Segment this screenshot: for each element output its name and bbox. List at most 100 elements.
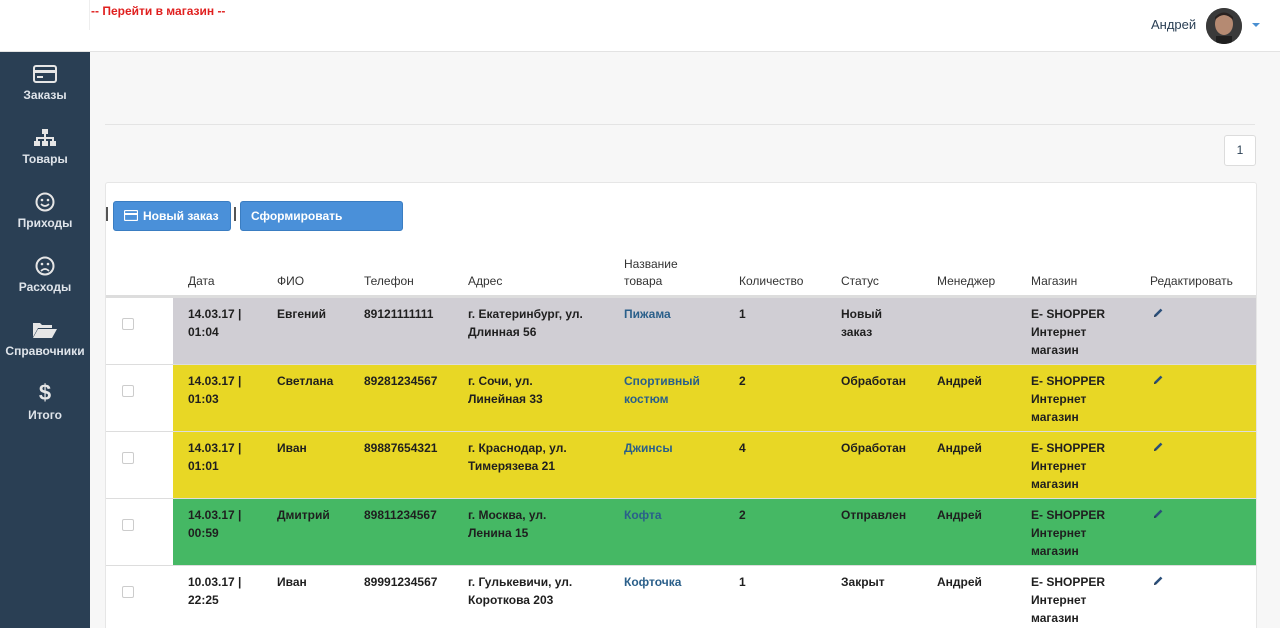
- table-row[interactable]: 14.03.17 | 01:03 Светлана 89281234567 г. Соч…: [106, 364, 1256, 432]
- column-header-name[interactable]: ФИО: [277, 273, 304, 289]
- column-header-shop[interactable]: Магазин: [1031, 273, 1077, 289]
- cell-addr2: Длинная 56: [468, 325, 537, 339]
- cell-addr2: Ленина 15: [468, 526, 529, 540]
- pagination-page-button[interactable]: 1: [1224, 135, 1256, 166]
- sidebar-item-products[interactable]: Товары: [0, 128, 90, 188]
- cell-date2: 01:01: [188, 459, 219, 473]
- cell-status2: заказ: [841, 325, 873, 339]
- cell-shop3: магазин: [1031, 611, 1079, 625]
- cell-status1: Закрыт: [841, 575, 885, 589]
- sidebar-item-references[interactable]: Справочники: [0, 320, 90, 380]
- user-name[interactable]: Андрей: [1151, 17, 1196, 32]
- cell-addr2: Тимерязева 21: [468, 459, 556, 473]
- cell-shop3: магазин: [1031, 343, 1079, 357]
- cell-shop1: E- SHOPPER: [1031, 441, 1106, 455]
- cell-status1: Отправлен: [841, 508, 907, 522]
- sidebar-item-orders[interactable]: Заказы: [0, 64, 90, 124]
- cell-name: Евгений: [277, 307, 327, 321]
- cell-manager: Андрей: [937, 441, 982, 455]
- pencil-icon[interactable]: [1152, 441, 1164, 453]
- pencil-icon[interactable]: [1152, 575, 1164, 587]
- column-header-address[interactable]: Адрес: [468, 273, 502, 289]
- sidebar-item-label: Товары: [22, 152, 68, 166]
- credit-card-icon: [124, 210, 138, 222]
- sidebar-item-label: Заказы: [23, 88, 67, 102]
- sidebar-item-label: Справочники: [5, 344, 85, 358]
- row-checkbox[interactable]: [122, 318, 134, 330]
- cell-prod1[interactable]: Пижама: [624, 305, 671, 323]
- column-header-date[interactable]: Дата: [188, 273, 215, 289]
- new-order-label: Новый заказ: [143, 209, 219, 223]
- cell-addr1: г. Краснодар, ул.: [468, 441, 567, 455]
- new-order-button[interactable]: Новый заказ: [113, 201, 231, 231]
- cell-shop3: магазин: [1031, 477, 1079, 491]
- column-header-edit[interactable]: Редактировать: [1150, 273, 1233, 289]
- sidebar-item-label: Расходы: [18, 280, 72, 294]
- sidebar-item-income[interactable]: Приходы: [0, 192, 90, 252]
- cell-addr1: г. Екатеринбург, ул.: [468, 307, 583, 321]
- cell-addr2: Линейная 33: [468, 392, 543, 406]
- cell-qty: 2: [739, 374, 746, 388]
- cell-prod1[interactable]: Кофточка: [624, 573, 681, 591]
- logo-area: [0, 0, 90, 30]
- cell-shop2: Интернет: [1031, 526, 1087, 540]
- cell-prod2[interactable]: костюм: [624, 390, 669, 408]
- sidebar-item-label: Приходы: [17, 216, 73, 230]
- top-navbar: -- Перейти в магазин -- Андрей: [0, 0, 1280, 52]
- cell-shop2: Интернет: [1031, 459, 1087, 473]
- cell-date1: 10.03.17 |: [188, 575, 242, 589]
- cell-date2: 00:59: [188, 526, 219, 540]
- cell-prod1[interactable]: Спортивный: [624, 372, 700, 390]
- credit-card-icon: [33, 65, 57, 83]
- cell-addr2: Короткова 203: [468, 593, 554, 607]
- cell-date2: 22:25: [188, 593, 219, 607]
- row-checkbox[interactable]: [122, 452, 134, 464]
- cell-phone: 89281234567: [364, 374, 438, 388]
- pencil-icon[interactable]: [1152, 307, 1164, 319]
- pencil-icon[interactable]: [1152, 508, 1164, 520]
- column-header-quantity[interactable]: Количество: [739, 273, 803, 289]
- column-header-product-line2[interactable]: товара: [624, 273, 662, 289]
- chevron-down-icon[interactable]: [1252, 23, 1260, 27]
- row-checkbox[interactable]: [122, 385, 134, 397]
- cell-date1: 14.03.17 |: [188, 508, 242, 522]
- cell-shop1: E- SHOPPER: [1031, 374, 1106, 388]
- cell-prod1[interactable]: Кофта: [624, 506, 662, 524]
- sitemap-icon: [34, 129, 56, 146]
- pencil-icon[interactable]: [1152, 374, 1164, 386]
- cell-date2: 01:03: [188, 392, 219, 406]
- table-row[interactable]: 14.03.17 | 01:01 Иван 89887654321 г. Краснод…: [106, 431, 1256, 499]
- cell-prod1[interactable]: Джинсы: [624, 439, 673, 457]
- row-checkbox[interactable]: [122, 586, 134, 598]
- cell-shop3: магазин: [1031, 410, 1079, 424]
- cell-qty: 1: [739, 575, 746, 589]
- cell-phone: 89811234567: [364, 508, 437, 522]
- column-header-phone[interactable]: Телефон: [364, 273, 414, 289]
- cell-name: Дмитрий: [277, 508, 330, 522]
- cell-shop1: E- SHOPPER: [1031, 508, 1106, 522]
- avatar[interactable]: [1206, 8, 1242, 44]
- column-header-status[interactable]: Статус: [841, 273, 879, 289]
- cell-date2: 01:04: [188, 325, 219, 339]
- table-row[interactable]: 14.03.17 | 00:59 Дмитрий 89811234567 г. Моск…: [106, 498, 1256, 566]
- cell-shop2: Интернет: [1031, 392, 1087, 406]
- go-to-shop-link[interactable]: -- Перейти в магазин --: [91, 4, 225, 18]
- cell-qty: 2: [739, 508, 746, 522]
- cell-addr1: г. Сочи, ул.: [468, 374, 533, 388]
- sidebar-item-expenses[interactable]: Расходы: [0, 256, 90, 316]
- sidebar-item-label: Итого: [28, 408, 62, 422]
- make-checklist-button[interactable]: Сформировать чеклист: [240, 201, 403, 251]
- column-header-manager[interactable]: Менеджер: [937, 273, 995, 289]
- cell-addr1: г. Гулькевичи, ул.: [468, 575, 573, 589]
- row-checkbox[interactable]: [122, 519, 134, 531]
- cell-shop1: E- SHOPPER: [1031, 575, 1106, 589]
- cell-shop3: магазин: [1031, 544, 1079, 558]
- sidebar-item-total[interactable]: $ Итого: [0, 382, 90, 442]
- table-row[interactable]: 10.03.17 | 22:25 Иван 89991234567 г. Гулькев…: [106, 565, 1256, 628]
- column-header-product-line1[interactable]: Название: [624, 256, 678, 272]
- cell-manager: Андрей: [937, 575, 982, 589]
- cell-manager: Андрей: [937, 374, 982, 388]
- table-row[interactable]: 14.03.17 | 01:04 Евгений 89121111111 г. Екат…: [106, 297, 1256, 365]
- sidebar: Заказы Товары Приходы Расходы Справочник…: [0, 52, 90, 628]
- dollar-icon: $: [38, 380, 52, 405]
